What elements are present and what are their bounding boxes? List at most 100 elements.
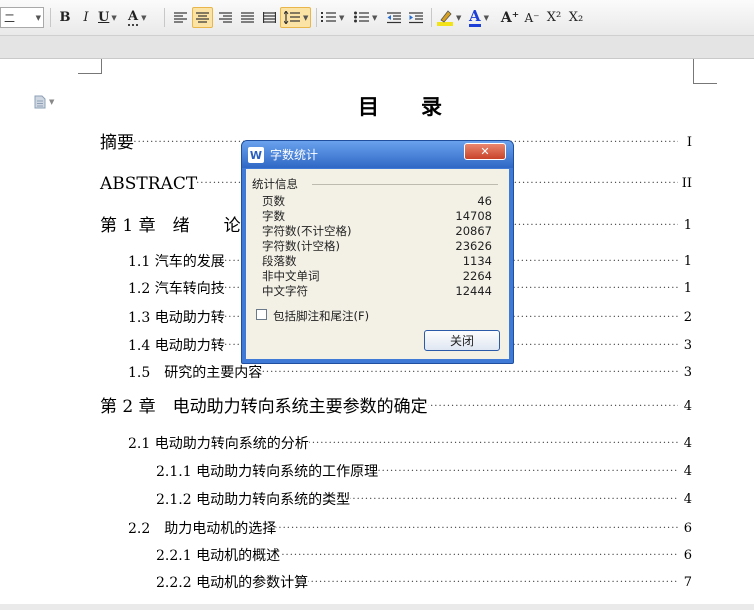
stat-row: 字符数(计空格) 23626 xyxy=(262,239,492,254)
underline-label: U xyxy=(98,10,110,25)
character-style-icon: A xyxy=(128,8,139,26)
toc-title: 目 录 xyxy=(358,94,442,119)
stat-row: 非中文单词 2264 xyxy=(262,269,492,284)
toolbar-gap-area xyxy=(0,36,754,59)
stat-value: 2264 xyxy=(462,269,492,283)
close-dialog-button[interactable]: 关闭 xyxy=(424,330,500,351)
toc-page-number: 4 xyxy=(681,395,692,419)
toolbar-separator xyxy=(431,8,432,27)
chevron-down-icon: ▼ xyxy=(339,13,345,22)
font-color-button[interactable]: A ▼ xyxy=(469,7,499,28)
formatting-toolbar: 二 ▼ B I U ▼ A ▼ ▼ ▼ ▼ ▼ A ▼ A⁺ A⁻ X² X₂ xyxy=(0,0,754,36)
toolbar-separator xyxy=(164,8,165,27)
wps-writer-icon: W xyxy=(248,147,264,163)
align-left-button[interactable] xyxy=(170,7,190,28)
stat-label: 段落数 xyxy=(262,254,297,268)
toc-entry-text: 1.4 电动助力转 xyxy=(128,338,225,354)
align-right-button[interactable] xyxy=(215,7,235,28)
chevron-down-icon: ▼ xyxy=(483,13,490,22)
chevron-down-icon: ▼ xyxy=(141,13,147,22)
document-icon xyxy=(34,95,46,109)
margin-mark-left-h xyxy=(78,73,102,74)
decrease-indent-icon xyxy=(387,11,401,23)
toc-page-number: 1 xyxy=(681,277,692,301)
stat-row: 字数 14708 xyxy=(262,209,492,224)
highlight-button[interactable]: ▼ xyxy=(437,7,467,28)
toc-entry[interactable]: 第 2 章 电动助力转向系统主要参数的确定···················… xyxy=(100,395,692,419)
toc-page-number: 1 xyxy=(681,214,692,238)
stat-value: 12444 xyxy=(455,284,492,298)
toc-entry[interactable]: 2.1.1 电动助力转向系统的工作原理 ·····················… xyxy=(156,460,692,484)
toc-entry-text: 第 1 章 绪 论 xyxy=(100,216,241,236)
toc-page-number: 2 xyxy=(681,306,692,330)
italic-button[interactable]: I xyxy=(77,7,95,28)
dialog-title: 字数统计 xyxy=(270,148,319,162)
stat-row: 段落数 1134 xyxy=(262,254,492,269)
toc-entry[interactable]: 2.2 助力电动机的选择 ····························… xyxy=(128,517,692,541)
stat-label: 字数 xyxy=(262,209,285,223)
align-center-button[interactable] xyxy=(192,7,213,28)
increase-indent-icon xyxy=(409,11,423,23)
toc-entry-text: 1.5 研究的主要内容 xyxy=(128,365,263,381)
toolbar-separator xyxy=(50,8,51,27)
character-style-button[interactable]: A ▼ xyxy=(128,7,160,28)
line-spacing-button[interactable]: ▼ xyxy=(280,7,311,28)
dialog-close-button[interactable]: ✕ xyxy=(464,143,506,160)
stat-label: 字符数(不计空格) xyxy=(262,224,352,238)
increase-indent-button[interactable] xyxy=(406,7,426,28)
margin-mark-left xyxy=(101,59,102,73)
toc-entry-text: 2.2.1 电动机的概述 xyxy=(156,548,281,564)
toc-entry-text: 2.1.1 电动助力转向系统的工作原理 xyxy=(156,464,379,480)
chevron-down-icon: ▼ xyxy=(49,98,55,106)
superscript-button[interactable]: X² xyxy=(544,7,564,28)
toc-entry-text: 第 2 章 电动助力转向系统主要参数的确定 xyxy=(100,397,428,417)
stat-row: 字符数(不计空格) 20867 xyxy=(262,224,492,239)
toc-page-number: I xyxy=(684,131,692,155)
font-size-value: 二 xyxy=(4,11,15,25)
underline-button[interactable]: U ▼ xyxy=(98,7,120,28)
toc-page-number: 4 xyxy=(681,432,692,456)
numbered-list-button[interactable]: ▼ xyxy=(321,7,351,28)
bold-button[interactable]: B xyxy=(56,7,74,28)
toc-page-number: 4 xyxy=(681,460,692,484)
toc-entry[interactable]: 1.5 研究的主要内容 ·····························… xyxy=(128,361,692,385)
stat-row: 页数 46 xyxy=(262,194,492,209)
numbered-list-icon xyxy=(321,12,336,22)
align-center-icon xyxy=(196,11,209,23)
decrease-indent-button[interactable] xyxy=(384,7,404,28)
distributed-align-icon xyxy=(262,11,276,23)
shrink-font-button[interactable]: A⁻ xyxy=(522,7,542,28)
justify-icon xyxy=(240,11,254,23)
bullet-list-button[interactable]: ▼ xyxy=(354,7,384,28)
stat-value: 1134 xyxy=(462,254,492,268)
align-left-icon xyxy=(173,11,187,23)
toc-entry[interactable]: 2.2.2 电动机的参数计算 ··························… xyxy=(156,571,692,595)
word-count-dialog: W 字数统计 ✕ 统计信息 页数 46 字数 14708 字符数(不计空格) 20867 字… xyxy=(241,140,514,364)
justify-button[interactable] xyxy=(237,7,257,28)
toolbar-separator xyxy=(316,8,317,27)
margin-mark-right-h xyxy=(693,83,717,84)
horizontal-scroll-strip[interactable] xyxy=(0,604,754,610)
dialog-titlebar[interactable]: W 字数统计 ✕ xyxy=(242,141,513,168)
distributed-align-button[interactable] xyxy=(259,7,279,28)
toc-entry[interactable]: 2.1 电动助力转向系统的分析 ·························… xyxy=(128,432,692,456)
toc-page-number: II xyxy=(679,172,692,196)
stats-group-label: 统计信息 xyxy=(252,177,298,191)
toc-entry-text: ABSTRACT xyxy=(100,174,198,194)
font-size-select[interactable]: 二 ▼ xyxy=(0,7,44,28)
highlighter-icon xyxy=(437,9,453,26)
toc-page-number: 7 xyxy=(681,571,692,595)
toc-entry-text: 1.2 汽车转向技 xyxy=(128,281,225,297)
toc-entry-text: 2.1 电动助力转向系统的分析 xyxy=(128,436,309,452)
toc-page-number: 4 xyxy=(681,488,692,512)
toc-entry[interactable]: 2.1.2 电动助力转向系统的类型 ·······················… xyxy=(156,488,692,512)
toc-entry-text: 2.2.2 电动机的参数计算 xyxy=(156,575,309,591)
chevron-down-icon: ▼ xyxy=(35,13,41,22)
toc-page-number: 3 xyxy=(681,334,692,358)
subscript-button[interactable]: X₂ xyxy=(566,7,586,28)
grow-font-button[interactable]: A⁺ xyxy=(500,7,520,28)
toc-entry[interactable]: 2.2.1 电动机的概述 ····························… xyxy=(156,544,692,568)
toc-page-number: 6 xyxy=(681,544,692,568)
include-footnotes-checkbox[interactable] xyxy=(256,309,267,320)
page-options-button[interactable]: ▼ xyxy=(34,95,60,109)
